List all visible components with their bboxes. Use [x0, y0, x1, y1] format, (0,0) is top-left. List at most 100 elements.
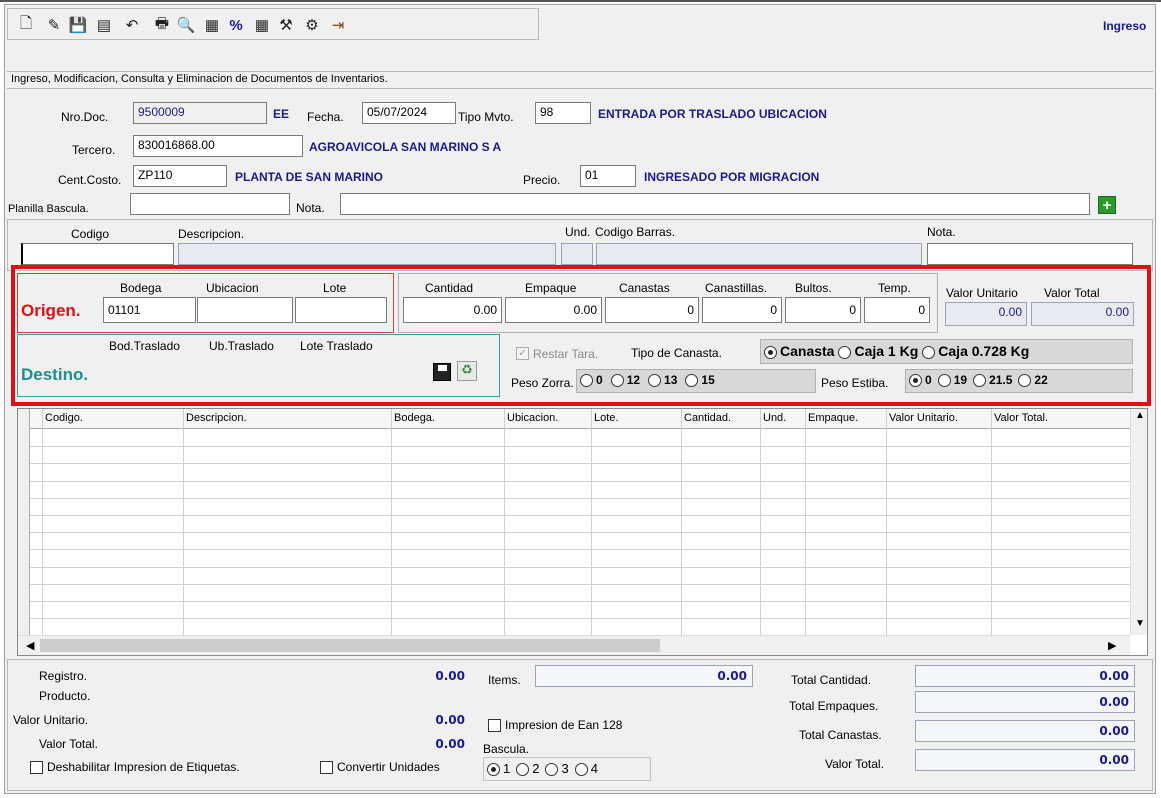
- restar-tara-checkbox[interactable]: ✓: [516, 347, 529, 360]
- bodega-header: Bodega: [120, 281, 162, 295]
- peso-zorra-option[interactable]: 13: [648, 373, 677, 388]
- planilla-field[interactable]: [130, 193, 290, 215]
- radio-icon: [545, 763, 559, 777]
- nro-doc-label: Nro.Doc.: [61, 110, 109, 124]
- codigo-header: Codigo: [71, 227, 110, 241]
- ubicacion-field[interactable]: [197, 297, 293, 323]
- ean-label: Impresion de Ean 128: [505, 718, 623, 732]
- save-destino-button[interactable]: [433, 363, 451, 381]
- items-label: Items.: [488, 673, 521, 687]
- grid-col-header[interactable]: Valor Unitario.: [889, 412, 958, 424]
- percent-button[interactable]: %: [225, 14, 247, 36]
- grid-col-header[interactable]: Codigo.: [45, 412, 83, 424]
- copy-button[interactable]: ▤: [93, 14, 115, 36]
- grid-row-line: [18, 532, 1130, 534]
- peso-estiba-option-label: 22: [1034, 373, 1048, 387]
- peso-estiba-label: Peso Estiba.: [821, 376, 889, 390]
- peso-estiba-option[interactable]: 19: [937, 373, 967, 388]
- nota-input[interactable]: [927, 243, 1133, 265]
- peso-estiba-option[interactable]: 0: [909, 373, 932, 388]
- add-button[interactable]: +: [1098, 196, 1116, 214]
- radio-icon: [610, 374, 624, 388]
- print-button[interactable]: 🖶: [151, 14, 173, 36]
- grid-col-header[interactable]: Bodega.: [394, 412, 435, 424]
- cantidad-field[interactable]: 0.00: [403, 297, 502, 323]
- tools-button[interactable]: ⚒: [275, 14, 297, 36]
- nota-label: Nota.: [296, 201, 325, 215]
- save-button[interactable]: 💾: [67, 14, 89, 36]
- radio-icon: [764, 345, 777, 359]
- registro-label: Registro.: [39, 669, 88, 683]
- items-grid[interactable]: Codigo. Descripcion. Bodega. Ubicacion. Lote…: [17, 408, 1148, 656]
- fecha-field[interactable]: 05/07/2024: [362, 102, 456, 124]
- deshabilitar-checkbox[interactable]: [30, 761, 43, 774]
- tercero-field[interactable]: 830016868.00: [133, 135, 303, 157]
- empaque-field[interactable]: 0.00: [505, 297, 602, 323]
- preview-button[interactable]: 🔍: [175, 14, 197, 36]
- tipo-canasta-option[interactable]: Caja 1 Kg: [838, 343, 918, 359]
- grid-col-header[interactable]: Empaque.: [808, 412, 858, 424]
- exit-icon: ⇥: [331, 17, 345, 34]
- cent-costo-field[interactable]: ZP110: [133, 165, 227, 187]
- tipo-mvto-label: Tipo Mvto.: [458, 110, 514, 124]
- grid-row-line: [18, 566, 1130, 568]
- clear-destino-button[interactable]: ♻: [457, 361, 477, 381]
- bascula-option[interactable]: 1: [487, 761, 511, 777]
- horizontal-scrollbar[interactable]: ◀ ▶: [18, 635, 1130, 655]
- grid-col-header[interactable]: Und.: [763, 412, 786, 424]
- report-button[interactable]: ▦: [201, 14, 223, 36]
- bascula-option[interactable]: 2: [516, 761, 539, 777]
- grid-col-header[interactable]: Descripcion.: [186, 412, 247, 424]
- scroll-right-icon[interactable]: ▶: [1108, 639, 1116, 652]
- peso-zorra-option[interactable]: 15: [685, 373, 715, 388]
- scroll-thumb[interactable]: [40, 639, 660, 652]
- bascula-option[interactable]: 3: [545, 761, 569, 777]
- temp-field[interactable]: 0: [864, 297, 930, 323]
- new-button[interactable]: 🗋: [15, 14, 37, 36]
- settings-button[interactable]: ⚙: [301, 14, 323, 36]
- precio-field[interactable]: 01: [580, 165, 636, 187]
- calculator-button[interactable]: ▦: [251, 14, 273, 36]
- und-input[interactable]: [561, 243, 593, 265]
- canastas-field[interactable]: 0: [605, 297, 699, 323]
- codigo-input[interactable]: [21, 243, 174, 265]
- nota-field[interactable]: [340, 193, 1090, 215]
- peso-zorra-option[interactable]: 0: [580, 373, 603, 388]
- bascula-option[interactable]: 4: [574, 761, 598, 777]
- peso-estiba-option[interactable]: 21.5: [973, 373, 1012, 388]
- scroll-down-icon[interactable]: ▼: [1135, 618, 1145, 629]
- bodega-field[interactable]: 01101: [103, 297, 196, 323]
- vertical-scrollbar[interactable]: ▲ ▼: [1130, 409, 1147, 635]
- undo-button[interactable]: ↶: [121, 14, 143, 36]
- total-cantidad-label: Total Cantidad.: [791, 673, 872, 687]
- convertir-checkbox[interactable]: [320, 761, 333, 774]
- tipo-canasta-option[interactable]: Canasta: [764, 343, 834, 359]
- peso-zorra-option[interactable]: 12: [610, 373, 640, 388]
- bascula-option-label: 1: [503, 761, 511, 776]
- scroll-up-icon[interactable]: ▲: [1135, 410, 1145, 421]
- tipo-canasta-option[interactable]: Caja 0.728 Kg: [922, 343, 1029, 359]
- grid-col-header[interactable]: Ubicacion.: [507, 412, 558, 424]
- peso-estiba-option[interactable]: 22: [1018, 373, 1048, 388]
- scroll-left-icon[interactable]: ◀: [26, 639, 34, 652]
- grid-col-header[interactable]: Lote.: [594, 412, 618, 424]
- grid-col-header[interactable]: Cantidad.: [684, 412, 731, 424]
- tipo-mvto-field[interactable]: 98: [535, 102, 591, 124]
- canastillas-field[interactable]: 0: [702, 297, 782, 323]
- codigo-barras-input[interactable]: [596, 243, 922, 265]
- lote-field[interactable]: [295, 297, 387, 323]
- exit-button[interactable]: ⇥: [327, 14, 349, 36]
- radio-icon: [937, 374, 951, 388]
- bultos-field[interactable]: 0: [785, 297, 861, 323]
- percent-icon: %: [229, 16, 243, 34]
- radio-icon: [838, 345, 852, 359]
- items-field: 0.00: [535, 665, 753, 687]
- cent-costo-description: PLANTA DE SAN MARINO: [235, 170, 383, 184]
- total-canastas-field: 0.00: [915, 720, 1135, 742]
- precio-label: Precio.: [523, 173, 561, 187]
- ean-checkbox[interactable]: [488, 719, 501, 732]
- nro-doc-field[interactable]: 9500009: [133, 102, 267, 124]
- descripcion-input[interactable]: [178, 243, 556, 265]
- edit-button[interactable]: ✎: [43, 14, 65, 36]
- grid-col-header[interactable]: Valor Total.: [994, 412, 1048, 424]
